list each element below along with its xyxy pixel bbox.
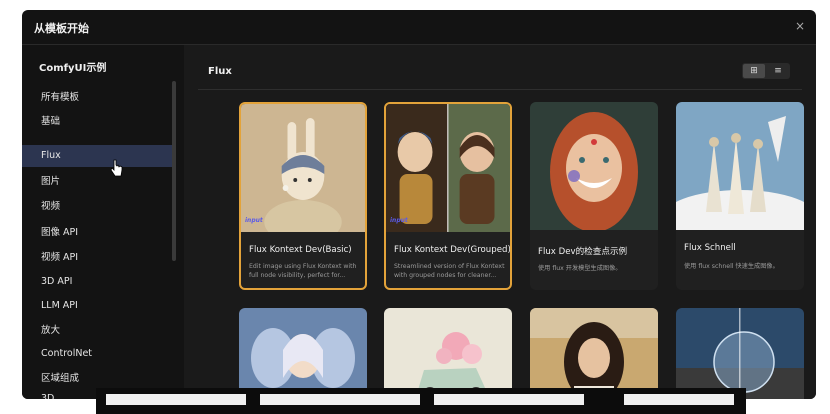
list-view-icon[interactable]: ≡ xyxy=(767,64,789,78)
card-thumbnail-bunny xyxy=(241,104,365,232)
sidebar-item-3d-api[interactable]: 3D API xyxy=(22,271,172,293)
main-title: Flux xyxy=(208,66,232,77)
template-card-flux-schnell[interactable]: Flux Schnell 使用 flux schnell 快速生成图像。 xyxy=(676,102,804,290)
dialog-header: 从模板开始 × xyxy=(22,10,816,45)
sidebar-item-upscale[interactable]: 放大 xyxy=(22,320,172,342)
template-card-fairy[interactable] xyxy=(239,308,367,399)
card-thumbnail-wheat-field xyxy=(530,308,658,399)
sidebar-item-all-templates[interactable]: 所有模板 xyxy=(22,87,172,109)
card-thumbnail-car-flowers xyxy=(384,308,512,399)
sidebar-item-area-composition[interactable]: 区域组成 xyxy=(22,368,172,390)
card-thumbnail-smiling-girl xyxy=(530,102,658,230)
template-card-flux-kontext-grouped[interactable]: input Flux Kontext Dev(Grouped) Streamli… xyxy=(384,102,512,290)
template-card-flux-dev-checkpoint[interactable]: Flux Dev的检查点示例 使用 flux 开发模型生成图像。 xyxy=(530,102,658,290)
card-description: Streamlined version of Flux Kontext with… xyxy=(394,263,505,279)
sidebar-item-controlnet[interactable]: ControlNet xyxy=(22,343,172,365)
card-thumbnail-glass-sphere xyxy=(676,308,804,399)
view-toggle: ⊞ ≡ xyxy=(742,63,790,79)
template-card-car-flowers[interactable] xyxy=(384,308,512,399)
card-title: Flux Kontext Dev(Basic) xyxy=(249,245,352,255)
sidebar-title: ComfyUI示例 xyxy=(39,63,107,74)
sidebar-item-image[interactable]: 图片 xyxy=(22,171,172,193)
sidebar-item-video-api[interactable]: 视频 API xyxy=(22,247,172,269)
mouse-cursor-icon xyxy=(110,159,123,177)
template-dialog: 从模板开始 × ComfyUI示例 所有模板 基础 Flux 图片 视频 图像 … xyxy=(22,10,816,399)
input-badge: input xyxy=(390,217,408,224)
input-badge: input xyxy=(245,217,263,224)
card-title: Flux Dev的检查点示例 xyxy=(538,247,628,257)
sidebar-item-video[interactable]: 视频 xyxy=(22,196,172,218)
card-thumbnail-angels xyxy=(676,102,804,230)
card-description: 使用 flux schnell 快速生成图像。 xyxy=(684,263,779,270)
sidebar: ComfyUI示例 所有模板 基础 Flux 图片 视频 图像 API 视频 A… xyxy=(22,45,176,399)
close-icon[interactable]: × xyxy=(792,18,808,34)
sidebar-item-basics[interactable]: 基础 xyxy=(22,111,172,133)
template-card-wheat-field[interactable] xyxy=(530,308,658,399)
sidebar-item-llm-api[interactable]: LLM API xyxy=(22,295,172,317)
sidebar-item-flux[interactable]: Flux xyxy=(22,145,172,167)
card-title: Flux Kontext Dev(Grouped) xyxy=(394,245,511,255)
header-divider xyxy=(198,89,802,90)
card-title: Flux Schnell xyxy=(684,243,736,253)
card-thumbnail-fairy xyxy=(239,308,367,399)
grid-view-icon[interactable]: ⊞ xyxy=(743,64,765,78)
template-card-flux-kontext-basic[interactable]: input Flux Kontext Dev(Basic) Edit image… xyxy=(239,102,367,290)
sidebar-item-image-api[interactable]: 图像 API xyxy=(22,222,172,244)
main-panel: Flux ⊞ ≡ input Flux Kontext Dev(Basic) E… xyxy=(184,45,816,399)
video-subtitle-bar xyxy=(96,388,746,414)
dialog-title: 从模板开始 xyxy=(34,22,89,35)
card-thumbnail-pearl-earring xyxy=(386,104,510,232)
template-card-glass-sphere[interactable] xyxy=(676,308,804,399)
card-description: Edit image using Flux Kontext with full … xyxy=(249,263,357,279)
card-description: 使用 flux 开发模型生成图像。 xyxy=(538,265,622,272)
sidebar-scrollbar[interactable] xyxy=(172,81,176,261)
subtitle-text-partial xyxy=(106,394,734,405)
